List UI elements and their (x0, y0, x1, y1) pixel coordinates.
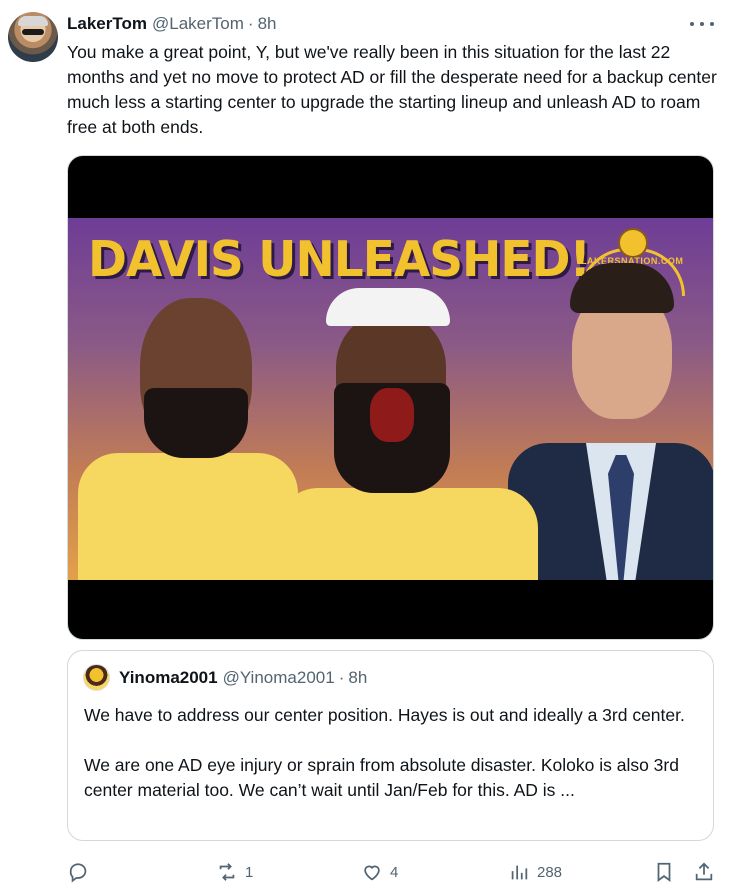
quoted-post-text: We have to address our center position. … (84, 703, 699, 803)
author-display-name[interactable]: LakerTom (67, 14, 147, 34)
bookmark-icon (657, 862, 671, 882)
quoted-author-handle[interactable]: @Yinoma2001 (223, 668, 335, 688)
quoted-paragraph-2: We are one AD eye injury or sprain from … (84, 755, 679, 800)
separator-dot: · (338, 668, 345, 687)
separator-dot: · (247, 14, 254, 33)
avatar-glasses (22, 29, 44, 35)
like-count: 4 (390, 863, 399, 881)
more-horizontal-icon[interactable] (690, 16, 714, 32)
media-video[interactable]: DAVIS UNLEASHED! LAKERSNATION.COM (67, 155, 714, 640)
player-left-image (68, 278, 298, 580)
post-timestamp[interactable]: 8h (258, 14, 277, 34)
quoted-paragraph-1: We have to address our center position. … (84, 705, 685, 725)
view-count: 288 (537, 863, 563, 881)
avatar-cap (18, 16, 48, 26)
quoted-post[interactable]: Yinoma2001 @Yinoma2001 · 8h We have to a… (67, 650, 714, 841)
player-center-image (278, 288, 538, 580)
reply-button[interactable] (68, 857, 97, 887)
repost-icon (219, 863, 235, 881)
views-chart-icon (511, 865, 528, 880)
action-bar: 1 4 288 (0, 857, 734, 887)
author-handle[interactable]: @LakerTom (152, 14, 244, 34)
post-text: You make a great point, Y, but we've rea… (67, 42, 717, 137)
quoted-author-avatar[interactable] (83, 664, 110, 691)
repost-count: 1 (245, 863, 254, 881)
share-button[interactable] (693, 857, 715, 887)
repost-button[interactable]: 1 (216, 857, 253, 887)
heart-icon (364, 865, 380, 881)
post[interactable]: LakerTom @LakerTom · 8h You make a great… (0, 0, 734, 891)
quoted-post-timestamp[interactable]: 8h (348, 668, 367, 688)
bookmark-button[interactable] (653, 857, 675, 887)
quoted-post-header: Yinoma2001 @Yinoma2001 · 8h (119, 666, 367, 690)
share-icon (695, 862, 713, 881)
post-header: LakerTom @LakerTom · 8h (67, 12, 277, 36)
coach-right-image (508, 263, 713, 580)
reply-icon (69, 863, 87, 883)
views-button[interactable]: 288 (508, 857, 562, 887)
author-avatar[interactable] (8, 12, 58, 62)
quoted-author-display-name[interactable]: Yinoma2001 (119, 668, 218, 688)
like-button[interactable]: 4 (361, 857, 398, 887)
video-thumbnail[interactable]: DAVIS UNLEASHED! LAKERSNATION.COM (68, 218, 713, 580)
